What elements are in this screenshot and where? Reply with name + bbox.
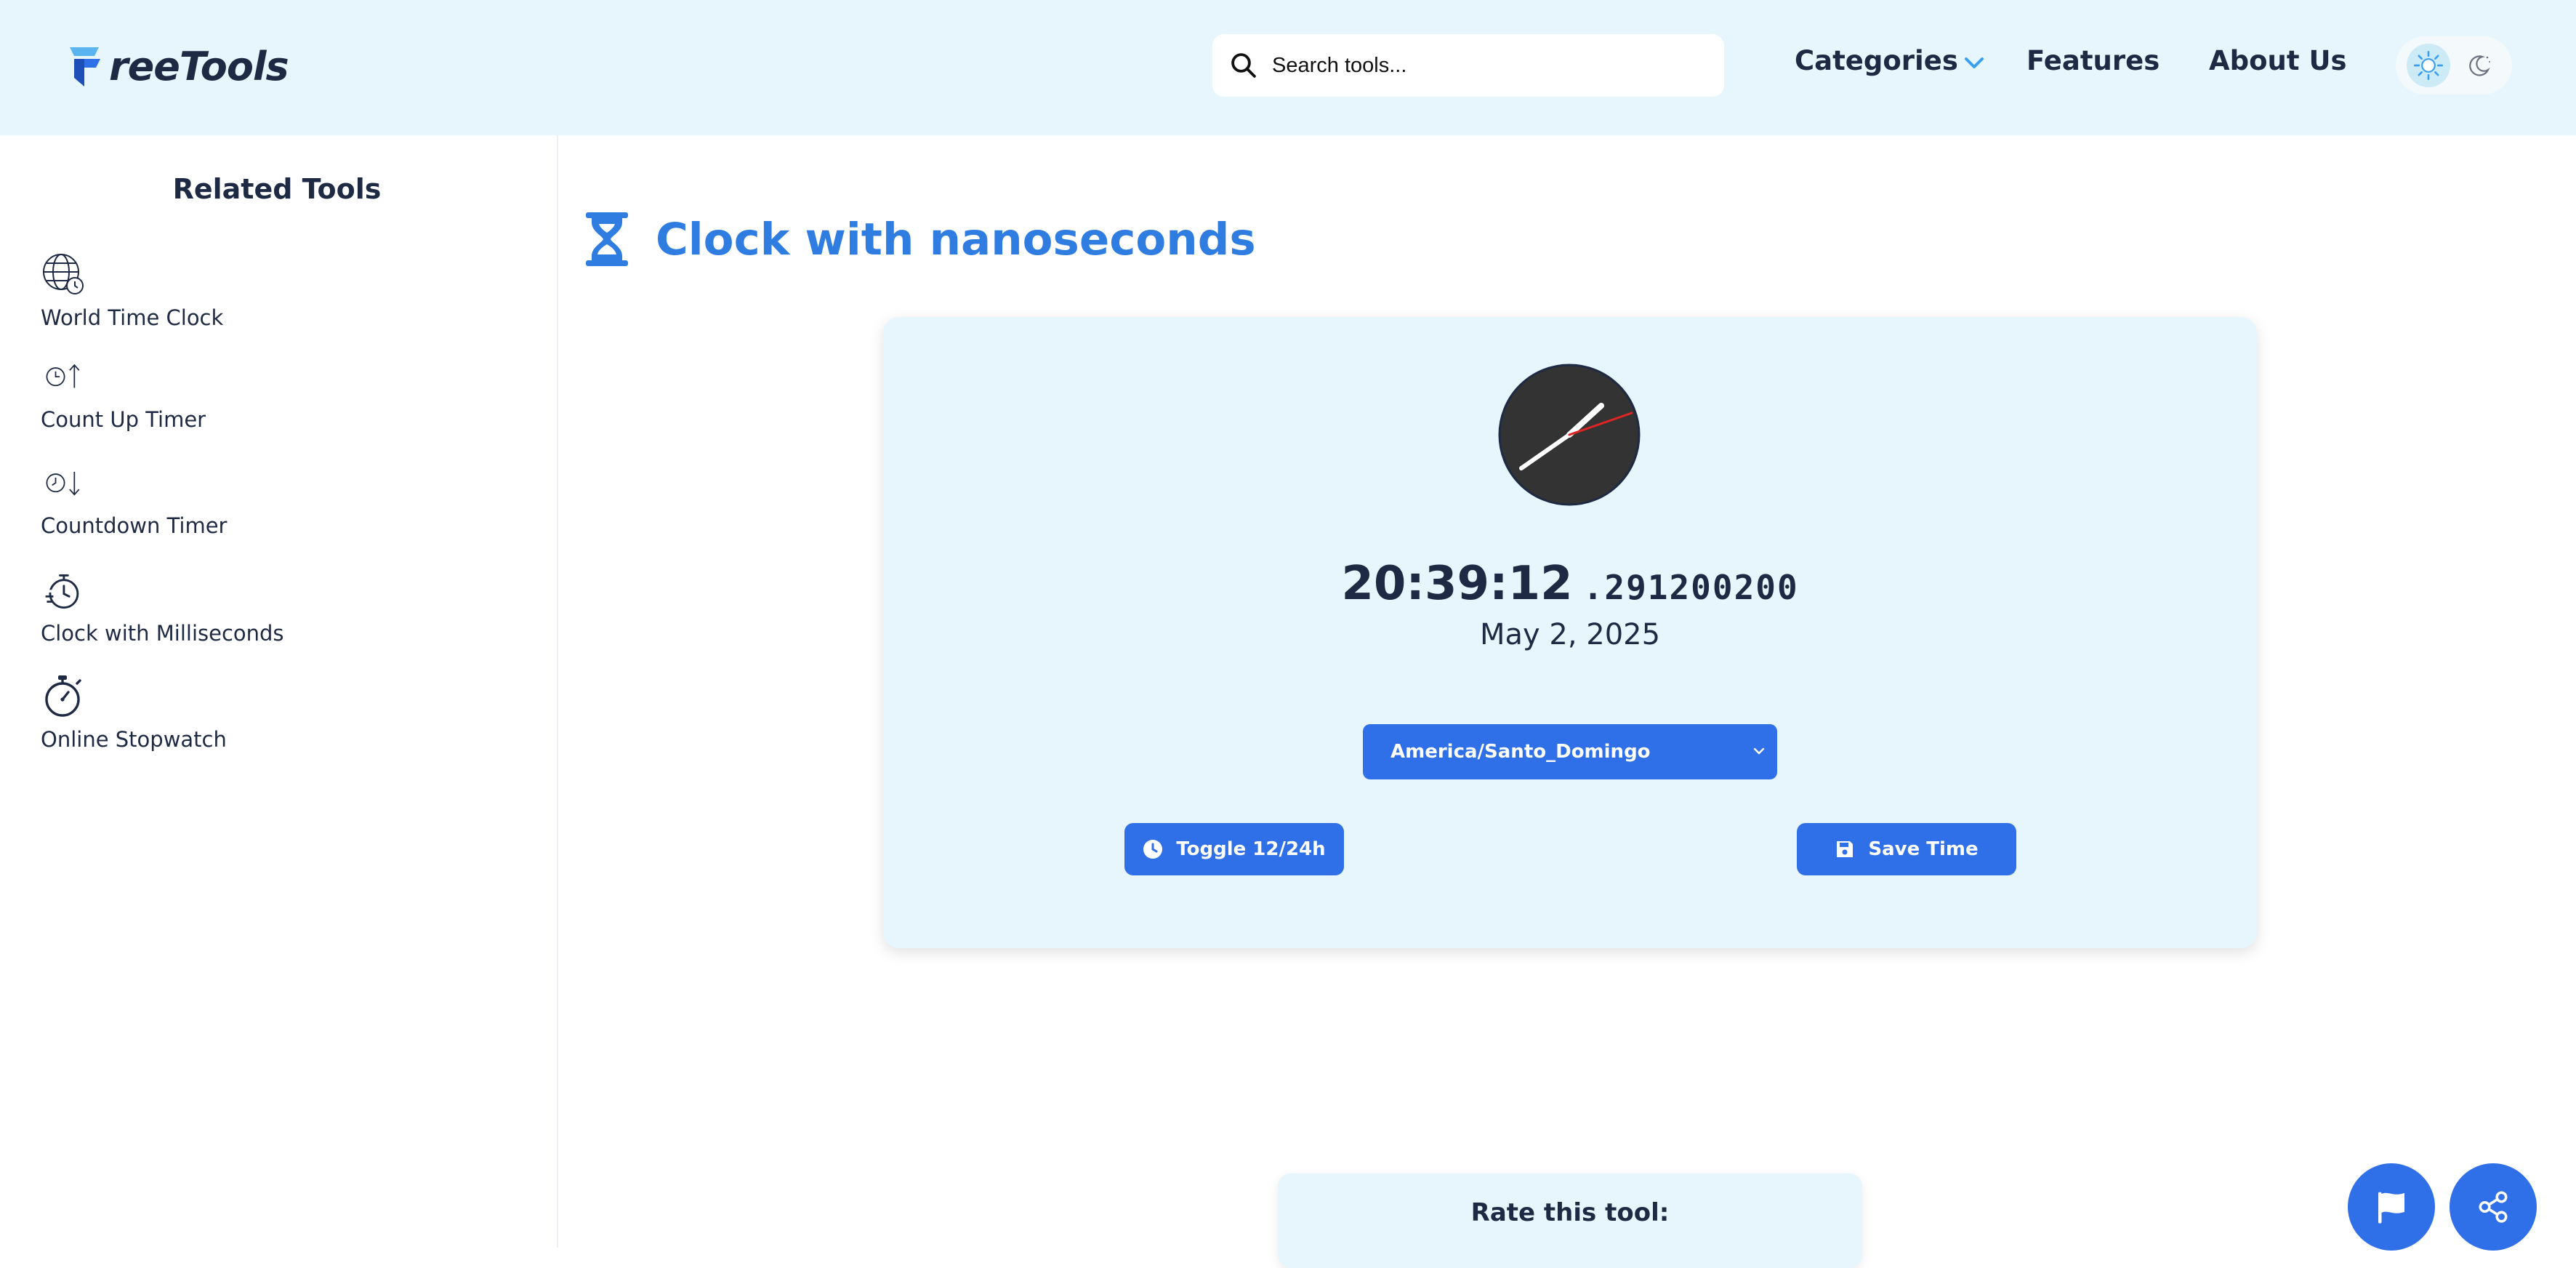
clock-icon bbox=[1143, 840, 1163, 859]
globe-clock-icon bbox=[43, 254, 84, 294]
sidebar-item-count-up-timer[interactable]: Count Up Timer bbox=[41, 362, 206, 432]
page-title-row: Clock with nanoseconds bbox=[584, 211, 1256, 268]
sun-icon bbox=[2413, 50, 2444, 81]
nav-about[interactable]: About Us bbox=[2209, 45, 2347, 76]
hourglass-icon bbox=[586, 212, 628, 266]
sidebar-title: Related Tools bbox=[172, 173, 382, 205]
theme-toggle[interactable] bbox=[2396, 36, 2512, 95]
share-button[interactable] bbox=[2450, 1163, 2537, 1251]
sidebar-item-countdown-timer[interactable]: Countdown Timer bbox=[41, 468, 227, 538]
sidebar-item-world-time-clock[interactable]: World Time Clock bbox=[41, 252, 223, 330]
sidebar-item-label: Clock with Milliseconds bbox=[41, 621, 284, 646]
clock-card: 20:39:12.291200200 May 2, 2025 America/S… bbox=[883, 317, 2257, 948]
rate-title: Rate this tool: bbox=[1470, 1198, 1670, 1227]
timezone-value: America/Santo_Domingo bbox=[1390, 741, 1651, 763]
nav-categories[interactable]: Categories bbox=[1795, 45, 1984, 76]
analog-clock bbox=[1498, 364, 1641, 506]
freetools-logo[interactable]: reeTools bbox=[70, 41, 289, 92]
top-header: reeTools Categories Features About Us bbox=[0, 0, 2576, 135]
sidebar-item-label: Countdown Timer bbox=[41, 513, 228, 538]
page-title: Clock with nanoseconds bbox=[656, 213, 1256, 265]
sidebar-item-label: Online Stopwatch bbox=[41, 727, 227, 752]
nav-features-label: Features bbox=[2026, 45, 2160, 76]
related-tools-sidebar: Related Tools World Time Clock Count Up … bbox=[0, 135, 558, 1248]
logo-text: reeTools bbox=[109, 43, 289, 89]
logo-mark-icon bbox=[70, 47, 100, 87]
nav-categories-label: Categories bbox=[1795, 45, 1958, 76]
clock-up-icon bbox=[46, 364, 80, 388]
report-flag-button[interactable] bbox=[2348, 1163, 2435, 1251]
toggle-button-label: Toggle 12/24h bbox=[1176, 838, 1326, 860]
nav-features[interactable]: Features bbox=[2026, 45, 2160, 76]
date-display: May 2, 2025 bbox=[1479, 618, 1661, 651]
save-time-button[interactable]: Save Time bbox=[1797, 823, 2016, 875]
sidebar-item-label: Count Up Timer bbox=[41, 407, 206, 432]
rate-tool-card: Rate this tool: bbox=[1278, 1173, 1862, 1268]
toggle-12-24h-button[interactable]: Toggle 12/24h bbox=[1124, 823, 1344, 875]
flag-icon bbox=[2378, 1192, 2404, 1224]
timezone-select[interactable]: America/Santo_Domingo bbox=[1363, 724, 1777, 779]
digital-time: 20:39:12.291200200 bbox=[883, 557, 2257, 611]
share-icon bbox=[2479, 1191, 2508, 1223]
stopwatch-icon bbox=[45, 675, 81, 717]
chevron-down-icon bbox=[1964, 57, 1984, 68]
save-button-label: Save Time bbox=[1868, 838, 1979, 860]
search-bar[interactable] bbox=[1212, 34, 1724, 97]
dark-mode-button[interactable] bbox=[2458, 44, 2501, 87]
nav-about-label: About Us bbox=[2209, 45, 2347, 76]
chevron-down-icon bbox=[1753, 747, 1765, 755]
search-icon bbox=[1231, 53, 1256, 78]
timer-lines-icon bbox=[44, 574, 79, 609]
clock-down-icon bbox=[46, 471, 80, 496]
moon-icon bbox=[2469, 55, 2490, 76]
light-mode-button[interactable] bbox=[2407, 44, 2450, 87]
sidebar-item-clock-with-milliseconds[interactable]: Clock with Milliseconds bbox=[41, 571, 284, 646]
time-nanoseconds: .291200200 bbox=[1582, 568, 1799, 607]
search-input[interactable] bbox=[1272, 53, 1679, 78]
time-hms: 20:39:12 bbox=[1341, 557, 1573, 611]
floppy-disk-icon bbox=[1837, 841, 1853, 857]
sidebar-item-label: World Time Clock bbox=[41, 305, 224, 330]
sidebar-item-online-stopwatch[interactable]: Online Stopwatch bbox=[41, 673, 227, 752]
